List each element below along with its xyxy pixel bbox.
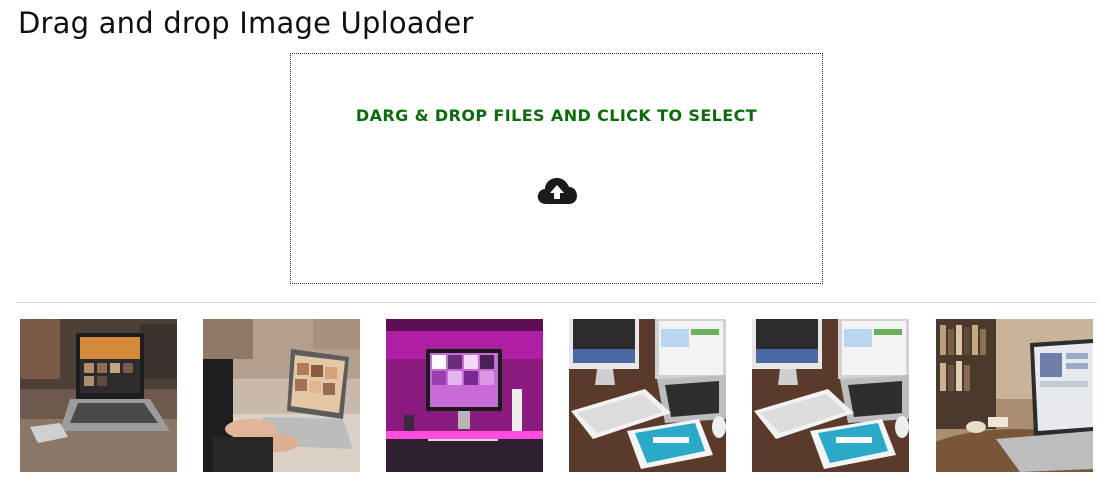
- page-title: Drag and drop Image Uploader: [18, 6, 474, 40]
- dropzone-label: DARG & DROP FILES AND CLICK TO SELECT: [355, 106, 758, 125]
- gallery-thumbnail[interactable]: [20, 319, 177, 472]
- gallery-thumbnail[interactable]: [936, 319, 1093, 472]
- monitor-pink-light-desk-photo: [386, 319, 543, 472]
- gallery-thumbnail[interactable]: [752, 319, 909, 472]
- divider: [16, 302, 1097, 303]
- image-dropzone[interactable]: DARG & DROP FILES AND CLICK TO SELECT: [290, 53, 823, 284]
- laptop-bookshelf-photo: [936, 319, 1093, 472]
- gallery-thumbnail[interactable]: [203, 319, 360, 472]
- person-typing-on-laptop-photo: [203, 319, 360, 472]
- cloud-upload-icon: [537, 178, 577, 204]
- image-gallery: [20, 319, 1095, 472]
- gallery-thumbnail[interactable]: [386, 319, 543, 472]
- imac-laptop-tablet-desk-photo: [752, 319, 909, 472]
- gallery-thumbnail[interactable]: [569, 319, 726, 472]
- laptop-on-wood-table-photo: [20, 319, 177, 472]
- imac-laptop-tablet-desk-photo: [569, 319, 726, 472]
